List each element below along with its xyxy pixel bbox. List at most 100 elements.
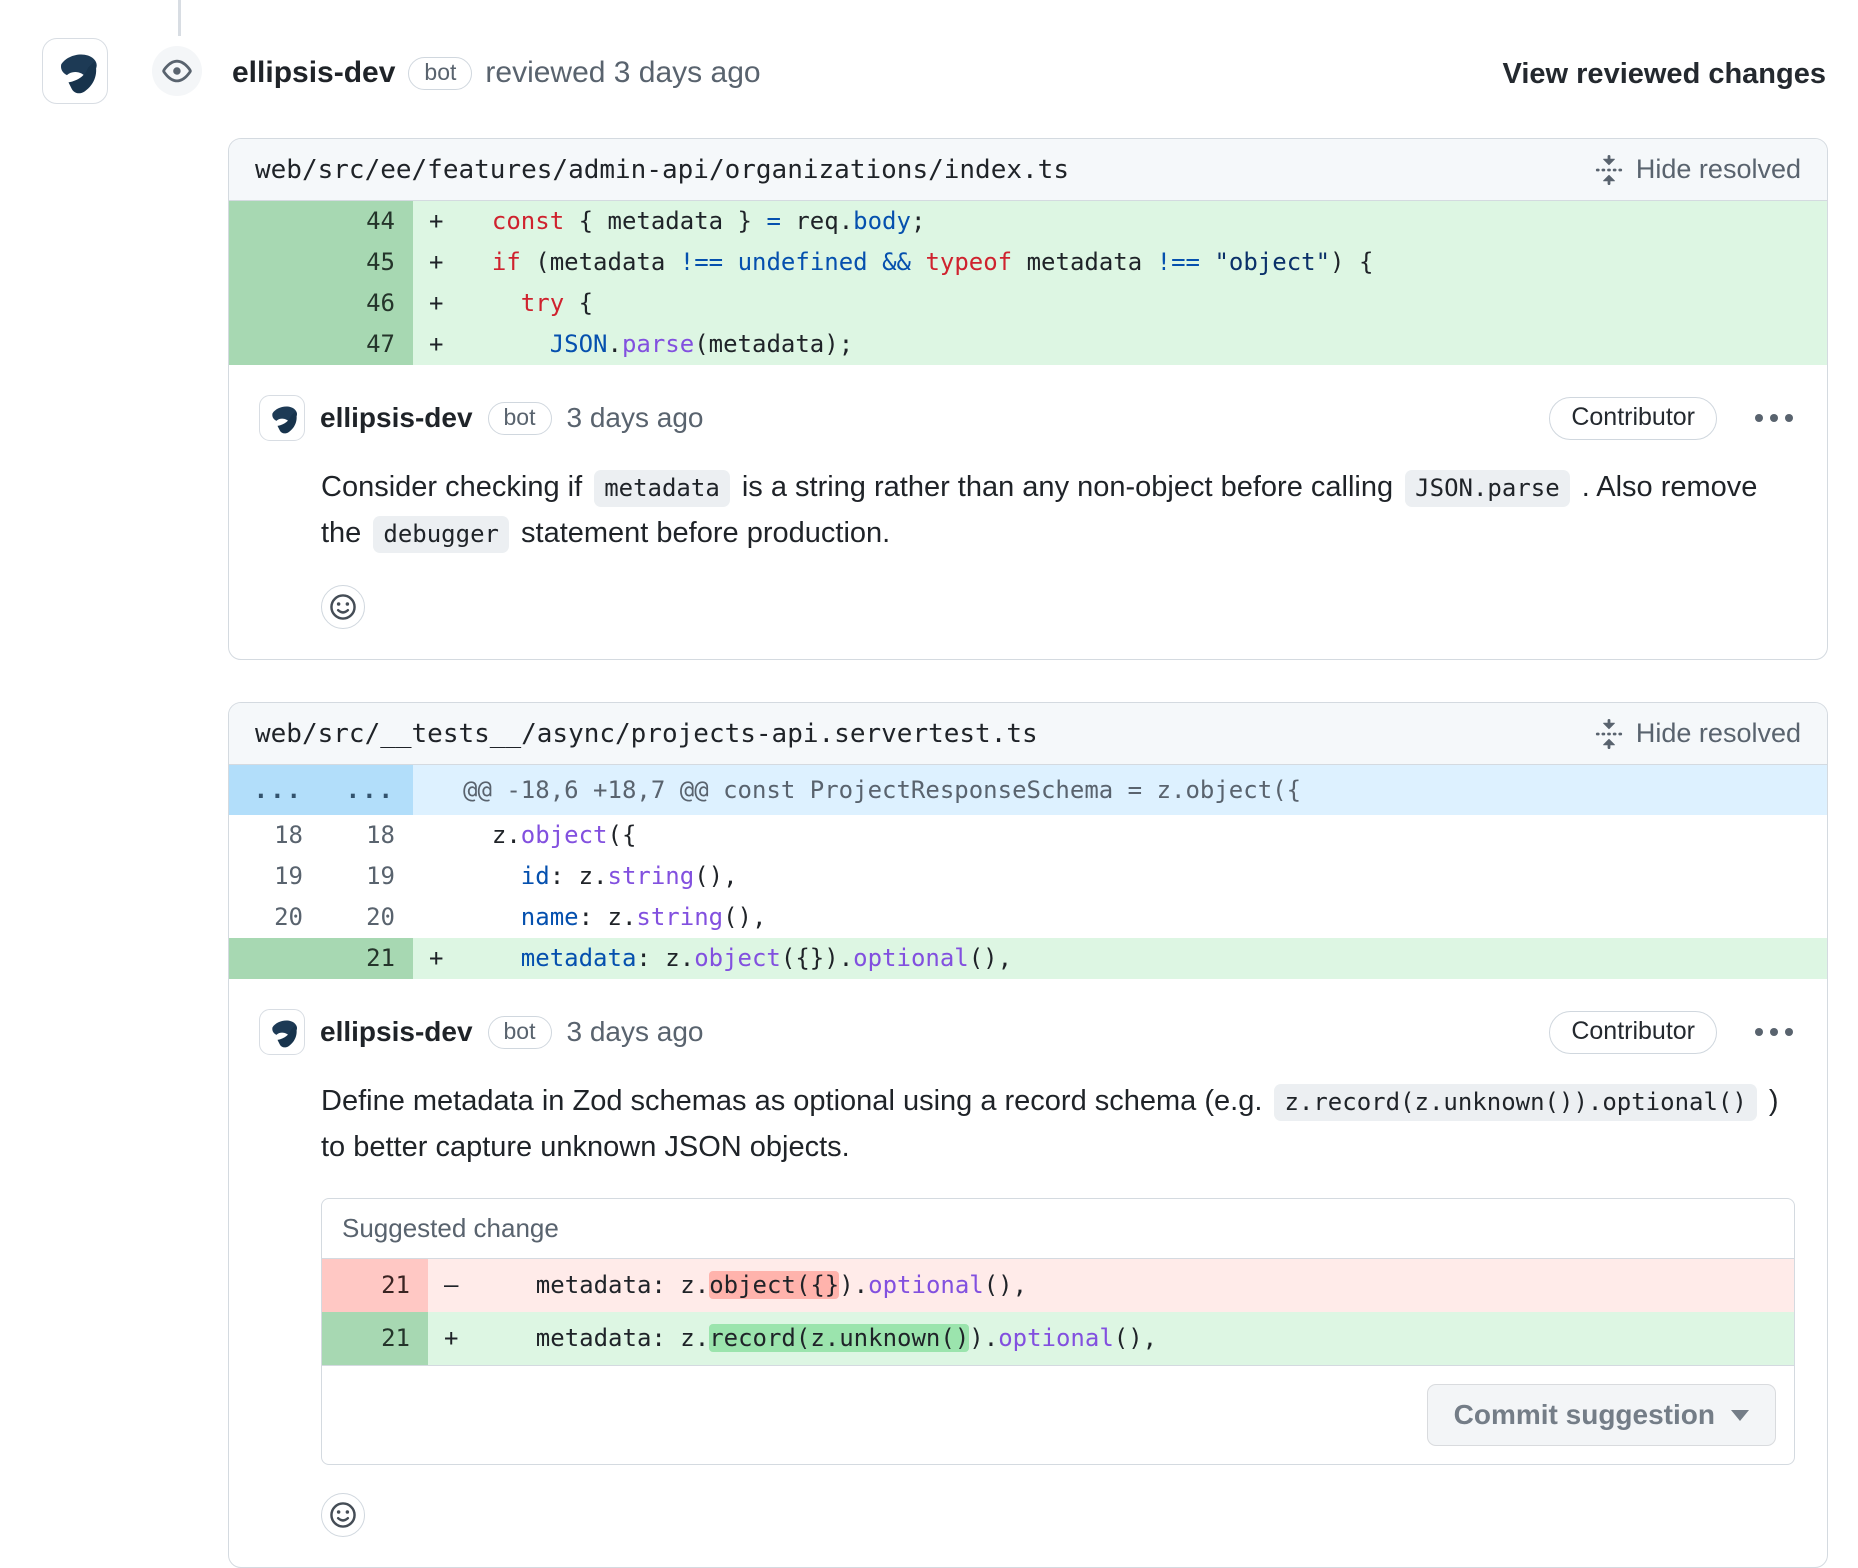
code-text: JSON.parse(metadata); bbox=[463, 324, 853, 365]
line-number: 19 bbox=[229, 856, 321, 897]
line-number: 47 bbox=[321, 324, 413, 365]
add-reaction-button[interactable] bbox=[321, 585, 365, 629]
commit-suggestion-button[interactable]: Commit suggestion bbox=[1427, 1384, 1776, 1446]
view-reviewed-changes-link[interactable]: View reviewed changes bbox=[1503, 58, 1826, 91]
line-number bbox=[229, 324, 321, 365]
comment-timestamp[interactable]: 3 days ago bbox=[567, 1016, 704, 1048]
line-number bbox=[229, 242, 321, 283]
code-text: @@ -18,6 +18,7 @@ const ProjectResponseS… bbox=[463, 765, 1301, 815]
inline-code: debugger bbox=[373, 516, 509, 553]
line-number bbox=[229, 938, 321, 979]
hide-resolved-label: Hide resolved bbox=[1636, 154, 1801, 185]
diff-line: 44+ const { metadata } = req.body; bbox=[229, 201, 1827, 242]
line-number: 21 bbox=[322, 1259, 428, 1312]
line-number: 18 bbox=[321, 815, 413, 856]
line-number: 19 bbox=[321, 856, 413, 897]
file-path[interactable]: web/src/ee/features/admin-api/organizati… bbox=[255, 155, 1069, 185]
code-text: const { metadata } = req.body; bbox=[463, 201, 925, 242]
smiley-icon bbox=[329, 1501, 357, 1529]
diff-sign: – bbox=[428, 1259, 478, 1312]
diff-sign: + bbox=[413, 283, 463, 324]
code-text: name: z.string(), bbox=[463, 897, 766, 938]
suggested-change-block: Suggested change 21– metadata: z.object(… bbox=[321, 1198, 1795, 1465]
file-header: web/src/ee/features/admin-api/organizati… bbox=[229, 139, 1827, 201]
diff-sign bbox=[413, 815, 463, 856]
eye-icon bbox=[162, 56, 192, 86]
comment-author[interactable]: ellipsis-dev bbox=[320, 1016, 473, 1048]
inline-code: metadata bbox=[594, 470, 730, 507]
fold-icon bbox=[1594, 719, 1624, 749]
contributor-badge: Contributor bbox=[1549, 397, 1717, 440]
suggestion-footer: Commit suggestion bbox=[322, 1365, 1794, 1464]
diff-sign: + bbox=[413, 201, 463, 242]
line-number: ... bbox=[229, 765, 321, 815]
line-number: 20 bbox=[229, 897, 321, 938]
diff-sign: + bbox=[413, 938, 463, 979]
diff-sign: + bbox=[413, 242, 463, 283]
code-text: if (metadata !== undefined && typeof met… bbox=[463, 242, 1373, 283]
kebab-menu-button[interactable] bbox=[1753, 408, 1795, 428]
kebab-menu-button[interactable] bbox=[1753, 1022, 1795, 1042]
diff-sign bbox=[413, 856, 463, 897]
diff-line: 45+ if (metadata !== undefined && typeof… bbox=[229, 242, 1827, 283]
diff-line: 21+ metadata: z.record(z.unknown()).opti… bbox=[322, 1312, 1794, 1365]
add-reaction-button[interactable] bbox=[321, 1493, 365, 1537]
hide-resolved-label: Hide resolved bbox=[1636, 718, 1801, 749]
line-number: 20 bbox=[321, 897, 413, 938]
line-number: 21 bbox=[322, 1312, 428, 1365]
review-author[interactable]: ellipsis-dev bbox=[232, 56, 395, 90]
code-text: z.object({ bbox=[463, 815, 636, 856]
comment-header: ellipsis-dev bot 3 days ago Contributor bbox=[259, 395, 1795, 441]
eye-badge bbox=[152, 46, 202, 96]
diff-block: ...... @@ -18,6 +18,7 @@ const ProjectRes… bbox=[229, 765, 1827, 979]
contributor-badge: Contributor bbox=[1549, 1011, 1717, 1054]
hide-resolved-button[interactable]: Hide resolved bbox=[1594, 154, 1801, 185]
diff-sign bbox=[413, 897, 463, 938]
file-header: web/src/__tests__/async/projects-api.ser… bbox=[229, 703, 1827, 765]
inline-code: JSON.parse bbox=[1405, 470, 1570, 507]
comment-body: Define metadata in Zod schemas as option… bbox=[321, 1079, 1795, 1170]
ellipsis-logo bbox=[264, 1014, 300, 1050]
file-path[interactable]: web/src/__tests__/async/projects-api.ser… bbox=[255, 719, 1038, 749]
review-action-text: reviewed 3 days ago bbox=[485, 56, 760, 90]
diff-sign: + bbox=[428, 1312, 478, 1365]
diff-block: 44+ const { metadata } = req.body;45+ if… bbox=[229, 201, 1827, 365]
inline-code: z.record(z.unknown()).optional() bbox=[1274, 1084, 1756, 1121]
diff-line: 2020 name: z.string(), bbox=[229, 897, 1827, 938]
diff-line: 47+ JSON.parse(metadata); bbox=[229, 324, 1827, 365]
diff-sign bbox=[413, 765, 463, 815]
code-text: metadata: z.record(z.unknown()).optional… bbox=[478, 1312, 1157, 1365]
review-header: ellipsis-dev bot reviewed 3 days ago bbox=[232, 52, 761, 94]
diff-line: ...... @@ -18,6 +18,7 @@ const ProjectRes… bbox=[229, 765, 1827, 815]
line-number: 44 bbox=[321, 201, 413, 242]
bot-badge: bot bbox=[488, 1016, 552, 1049]
review-comment-card-2: web/src/__tests__/async/projects-api.ser… bbox=[228, 702, 1828, 1568]
diff-line: 46+ try { bbox=[229, 283, 1827, 324]
code-text: try { bbox=[463, 283, 593, 324]
bot-badge: bot bbox=[408, 57, 472, 90]
timeline-line bbox=[178, 0, 181, 36]
code-text: metadata: z.object({}).optional(), bbox=[478, 1259, 1027, 1312]
code-text: metadata: z.object({}).optional(), bbox=[463, 938, 1012, 979]
avatar[interactable] bbox=[259, 1009, 305, 1055]
commit-suggestion-label: Commit suggestion bbox=[1454, 1399, 1715, 1431]
diff-line: 1818 z.object({ bbox=[229, 815, 1827, 856]
diff-line: 1919 id: z.string(), bbox=[229, 856, 1827, 897]
comment-header: ellipsis-dev bot 3 days ago Contributor bbox=[259, 1009, 1795, 1055]
ellipsis-logo bbox=[49, 45, 101, 97]
line-number: ... bbox=[321, 765, 413, 815]
avatar[interactable] bbox=[42, 38, 108, 104]
line-number bbox=[229, 201, 321, 242]
code-text: id: z.string(), bbox=[463, 856, 738, 897]
line-number: 18 bbox=[229, 815, 321, 856]
hide-resolved-button[interactable]: Hide resolved bbox=[1594, 718, 1801, 749]
diff-line: 21– metadata: z.object({}).optional(), bbox=[322, 1259, 1794, 1312]
avatar[interactable] bbox=[259, 395, 305, 441]
diff-sign: + bbox=[413, 324, 463, 365]
ellipsis-logo bbox=[264, 400, 300, 436]
suggested-change-title: Suggested change bbox=[322, 1199, 1794, 1259]
line-number: 45 bbox=[321, 242, 413, 283]
comment-timestamp[interactable]: 3 days ago bbox=[567, 402, 704, 434]
comment-author[interactable]: ellipsis-dev bbox=[320, 402, 473, 434]
smiley-icon bbox=[329, 593, 357, 621]
